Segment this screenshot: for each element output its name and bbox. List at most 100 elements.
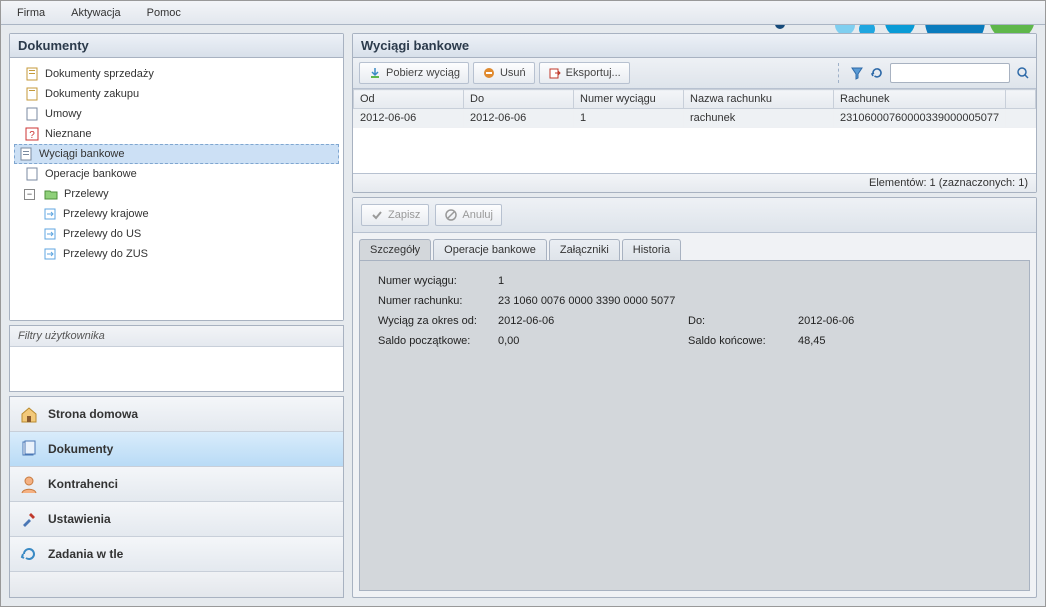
export-icon <box>548 66 562 80</box>
menu-pomoc[interactable]: Pomoc <box>137 4 191 22</box>
value-numer-wyciagu: 1 <box>498 275 688 287</box>
button-label: Pobierz wyciąg <box>386 67 460 79</box>
check-icon <box>370 208 384 222</box>
cell-num: 1 <box>574 109 684 128</box>
tree-item-buy-docs[interactable]: Dokumenty zakupu <box>14 84 339 104</box>
tree-item-transfers[interactable]: − Przelewy <box>14 184 339 204</box>
tab-details[interactable]: Szczegóły <box>359 239 431 260</box>
nav-home[interactable]: Strona domowa <box>10 397 343 431</box>
refresh-icon[interactable] <box>870 66 884 80</box>
menu-firma[interactable]: Firma <box>7 4 55 22</box>
export-button[interactable]: Eksportuj... <box>539 62 630 84</box>
label-do: Do: <box>688 315 798 327</box>
minus-icon <box>482 66 496 80</box>
tree-item-label: Dokumenty sprzedaży <box>45 68 154 80</box>
button-label: Anuluj <box>462 209 493 221</box>
nav-label: Kontrahenci <box>48 477 118 491</box>
delete-button[interactable]: Usuń <box>473 62 535 84</box>
tree-item-label: Operacje bankowe <box>45 168 137 180</box>
expander-icon[interactable]: − <box>24 189 35 200</box>
value-okres-od: 2012-06-06 <box>498 315 688 327</box>
tab-history[interactable]: Historia <box>622 239 681 260</box>
button-label: Eksportuj... <box>566 67 621 79</box>
value-numer-rachunku: 23 1060 0076 0000 3390 0000 5077 <box>498 295 918 307</box>
doc-icon <box>24 66 40 82</box>
user-filters-title: Filtry użytkownika <box>10 326 343 347</box>
app-window: Firma Aktywacja Pomoc Dokumenty Dokument… <box>0 0 1046 607</box>
menu-aktywacja[interactable]: Aktywacja <box>61 4 131 22</box>
documents-tree: Dokumenty sprzedaży Dokumenty zakupu Umo… <box>10 58 343 320</box>
statements-toolbar: Pobierz wyciąg Usuń Eksportuj... <box>353 58 1036 89</box>
tree-item-transfers-domestic[interactable]: Przelewy krajowe <box>14 204 339 224</box>
tree-item-unknown[interactable]: ? Nieznane <box>14 124 339 144</box>
nav-label: Ustawienia <box>48 512 111 526</box>
tree-item-label: Umowy <box>45 108 82 120</box>
search-icon[interactable] <box>1016 66 1030 80</box>
person-icon <box>18 473 40 495</box>
tree-item-label: Dokumenty zakupu <box>45 88 139 100</box>
col-nazwa[interactable]: Nazwa rachunku <box>684 90 834 109</box>
search-input[interactable] <box>890 63 1010 83</box>
workspace: Dokumenty Dokumenty sprzedaży Dokumenty … <box>9 33 1037 598</box>
doc-icon <box>24 106 40 122</box>
label-okres-od: Wyciąg za okres od: <box>378 315 498 327</box>
download-icon <box>368 66 382 80</box>
table-row[interactable]: 2012-06-06 2012-06-06 1 rachunek 2310600… <box>354 109 1036 128</box>
label-saldo-pocz: Saldo początkowe: <box>378 335 498 347</box>
tree-item-label: Przelewy krajowe <box>63 208 149 220</box>
download-button[interactable]: Pobierz wyciąg <box>359 62 469 84</box>
tree-item-bank-statements[interactable]: Wyciągi bankowe <box>14 144 339 164</box>
tree-item-transfers-us[interactable]: Przelewy do US <box>14 224 339 244</box>
button-label: Usuń <box>500 67 526 79</box>
right-column: Wyciągi bankowe Pobierz wyciąg Usuń Eksp… <box>352 33 1037 598</box>
tree-item-contracts[interactable]: Umowy <box>14 104 339 124</box>
label-saldo-konc: Saldo końcowe: <box>688 335 798 347</box>
save-button[interactable]: Zapisz <box>361 204 429 226</box>
statements-panel: Wyciągi bankowe Pobierz wyciąg Usuń Eksp… <box>352 33 1037 193</box>
left-column: Dokumenty Dokumenty sprzedaży Dokumenty … <box>9 33 344 598</box>
transfer-icon <box>42 246 58 262</box>
cancel-button[interactable]: Anuluj <box>435 204 502 226</box>
tree-item-label: Wyciągi bankowe <box>39 148 125 160</box>
bank-statement-icon <box>18 146 34 162</box>
detail-body: Numer wyciągu: 1 Numer rachunku: 23 1060… <box>359 260 1030 591</box>
doc-icon <box>24 86 40 102</box>
col-od[interactable]: Od <box>354 90 464 109</box>
nav-background-tasks[interactable]: Zadania w tle <box>10 536 343 571</box>
transfer-icon <box>42 206 58 222</box>
nav-label: Strona domowa <box>48 407 138 421</box>
button-label: Zapisz <box>388 209 420 221</box>
transfer-icon <box>42 226 58 242</box>
detail-tabs: Szczegóły Operacje bankowe Załączniki Hi… <box>353 233 1036 260</box>
no-icon <box>444 208 458 222</box>
tree-item-bank-ops[interactable]: Operacje bankowe <box>14 164 339 184</box>
nav-contractors[interactable]: Kontrahenci <box>10 466 343 501</box>
col-rachunek[interactable]: Rachunek <box>834 90 1006 109</box>
user-filters-panel: Filtry użytkownika <box>9 325 344 392</box>
col-numer[interactable]: Numer wyciągu <box>574 90 684 109</box>
nav-settings[interactable]: Ustawienia <box>10 501 343 536</box>
cell-do: 2012-06-06 <box>464 109 574 128</box>
value-saldo-konc: 48,45 <box>798 335 918 347</box>
statements-grid[interactable]: Od Do Numer wyciągu Nazwa rachunku Rachu… <box>353 89 1036 173</box>
tree-item-sale-docs[interactable]: Dokumenty sprzedaży <box>14 64 339 84</box>
nav-documents[interactable]: Dokumenty <box>10 431 343 466</box>
tab-bank-ops[interactable]: Operacje bankowe <box>433 239 547 260</box>
refresh-icon <box>18 543 40 565</box>
funnel-icon[interactable] <box>850 66 864 80</box>
tab-attachments[interactable]: Załączniki <box>549 239 620 260</box>
statements-panel-title: Wyciągi bankowe <box>353 34 1036 58</box>
col-do[interactable]: Do <box>464 90 574 109</box>
nav-filler <box>10 571 343 597</box>
value-saldo-pocz: 0,00 <box>498 335 688 347</box>
tools-icon <box>18 508 40 530</box>
grid-filter-box <box>834 63 1030 83</box>
tree-item-transfers-zus[interactable]: Przelewy do ZUS <box>14 244 339 264</box>
separator <box>838 63 840 83</box>
cell-rach: 23106000760000339000005077 <box>834 109 1006 128</box>
label-numer-wyciagu: Numer wyciągu: <box>378 275 498 287</box>
tree-item-label: Przelewy do US <box>63 228 141 240</box>
documents-panel: Dokumenty Dokumenty sprzedaży Dokumenty … <box>9 33 344 321</box>
detail-toolbar: Zapisz Anuluj <box>353 198 1036 233</box>
grid-status: Elementów: 1 (zaznaczonych: 1) <box>353 173 1036 192</box>
